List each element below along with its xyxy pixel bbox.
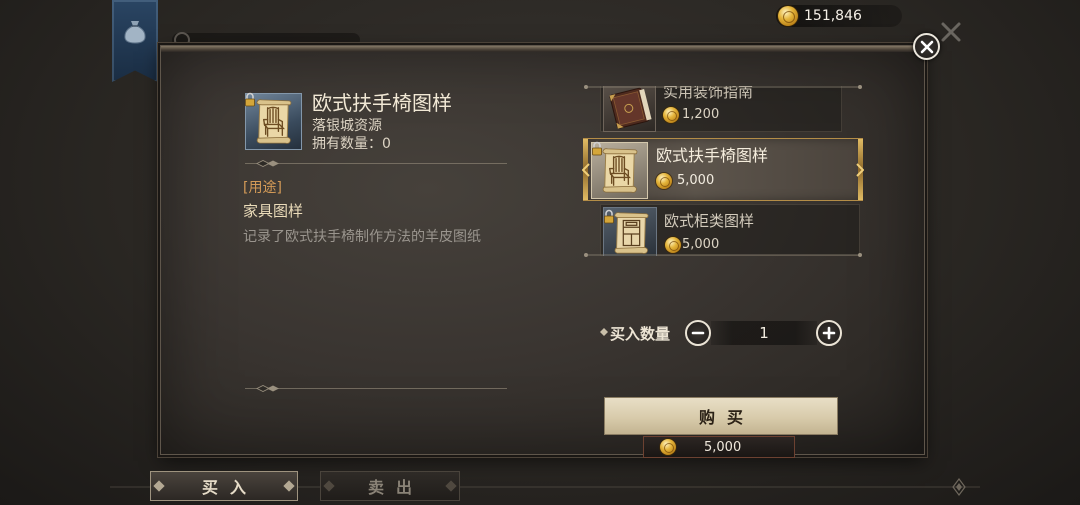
ornament-icon	[952, 478, 966, 496]
chevron-left-icon	[582, 163, 590, 177]
tab-buy[interactable]: 买入	[150, 471, 298, 501]
bag-tab[interactable]	[112, 0, 158, 82]
gold-coin-icon	[656, 173, 672, 189]
shop-list-item[interactable]: 欧式柜类图样 5,000	[600, 204, 860, 256]
item-source: 落银城资源	[312, 118, 382, 134]
shop-list-item-selected[interactable]: 欧式扶手椅图样 5,000	[582, 138, 864, 201]
item-title: 欧式扶手椅图样	[312, 91, 452, 115]
usage-heading: [用途]	[243, 180, 282, 196]
quantity-value: 1	[759, 324, 769, 342]
chevron-right-icon	[856, 163, 864, 177]
decrease-quantity-button[interactable]	[685, 320, 711, 346]
buy-button-label: 购买	[698, 408, 755, 427]
shop-item-list[interactable]: 实用装饰指南 1,200 欧式扶手椅图样 5,000 欧式柜类图样 5,000	[575, 86, 871, 256]
quantity-field[interactable]: 1	[711, 321, 817, 345]
label-marker-icon	[600, 328, 608, 336]
lock-icon	[592, 141, 602, 156]
bag-icon	[124, 21, 146, 44]
dialog-top-frame	[161, 46, 924, 52]
item-name: 欧式扶手椅图样	[656, 146, 769, 165]
plus-icon	[822, 326, 836, 340]
book-icon	[609, 87, 652, 129]
list-top-divider	[584, 85, 862, 89]
item-name: 欧式柜类图样	[664, 212, 755, 230]
tab-ornament-icon	[445, 480, 457, 492]
total-price: 5,000	[643, 436, 795, 458]
background-close-icon	[941, 22, 961, 42]
list-bottom-divider	[584, 253, 862, 257]
usage-category: 家具图样	[243, 202, 304, 220]
gold-coin-icon	[778, 6, 798, 26]
lock-icon	[604, 209, 614, 224]
gold-coin-icon	[665, 237, 681, 253]
tab-ornament-icon	[153, 480, 165, 492]
tab-sell[interactable]: 卖出	[320, 471, 460, 501]
divider	[245, 385, 507, 392]
divider	[245, 160, 507, 167]
quantity-label: 买入数量	[610, 325, 671, 343]
item-price: 5,000	[677, 173, 715, 188]
item-price: 1,200	[682, 107, 720, 122]
gold-coin-icon	[663, 107, 679, 123]
buy-button[interactable]: 购买	[604, 397, 838, 435]
tab-buy-label: 买入	[201, 478, 258, 497]
item-owned-count: 拥有数量：0	[312, 136, 391, 152]
close-button[interactable]	[913, 33, 940, 60]
tab-ornament-icon	[323, 480, 335, 492]
lock-icon	[245, 92, 255, 107]
total-price-value: 5,000	[704, 440, 742, 455]
currency-display: 151,846	[776, 5, 902, 27]
item-price: 5,000	[682, 237, 720, 252]
gold-coin-icon	[660, 439, 676, 455]
tab-ornament-icon	[283, 480, 295, 492]
shop-list-item[interactable]: 实用装饰指南 1,200	[600, 86, 842, 132]
increase-quantity-button[interactable]	[816, 320, 842, 346]
item-icon-frame	[603, 86, 656, 132]
minus-icon	[691, 331, 705, 335]
close-icon	[920, 40, 933, 53]
item-description: 记录了欧式扶手椅制作方法的羊皮图纸	[243, 229, 481, 245]
tab-sell-label: 卖出	[367, 478, 424, 497]
currency-amount: 151,846	[804, 8, 862, 24]
